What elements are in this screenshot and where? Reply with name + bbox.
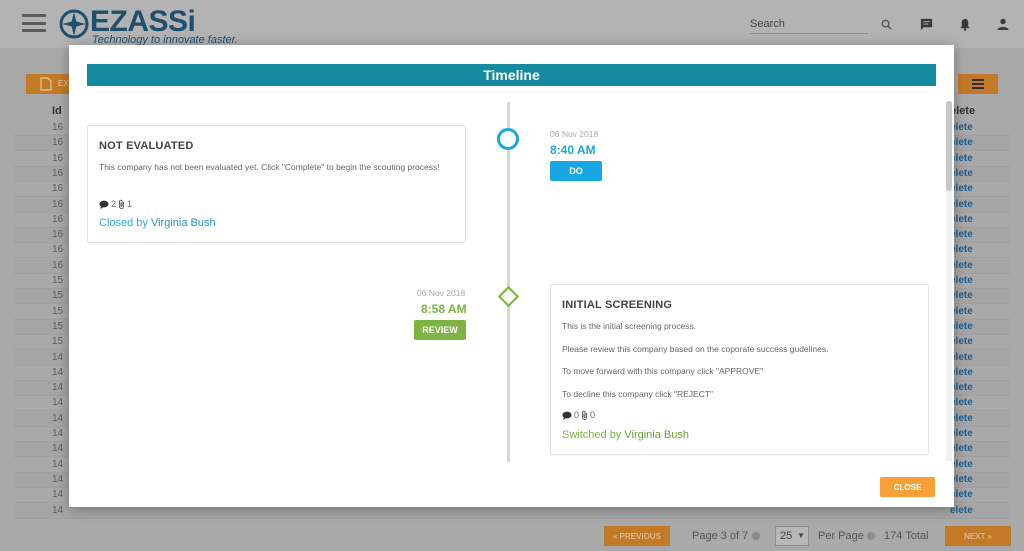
row-id: 14 [52, 504, 64, 516]
list-menu-icon [972, 79, 984, 89]
card-title: INITIAL SCREENING [562, 299, 673, 311]
modal-title: Timeline [87, 64, 936, 86]
footer-user-link[interactable]: Virginia Bush [151, 217, 216, 229]
timeline-axis [507, 102, 510, 462]
timeline-circle-marker [497, 128, 519, 150]
row-id: 15 [52, 320, 64, 332]
card-footer: Closed by Virginia Bush [99, 217, 216, 229]
card-footer: Switched by Virginia Bush [562, 429, 689, 441]
column-header-id[interactable]: Id [52, 105, 62, 117]
per-page-value: 25 [780, 530, 793, 542]
card-line: Please review this company based on the … [562, 344, 829, 354]
event-time: 8:40 AM [550, 143, 596, 157]
card-line: This is the initial screening process. [562, 321, 697, 331]
modal-scrollbar-thumb[interactable] [946, 101, 952, 191]
total-count: 174 Total [884, 530, 929, 542]
row-id: 14 [52, 458, 64, 470]
row-id: 16 [52, 229, 64, 241]
row-id: 15 [52, 275, 64, 286]
comment-icon [99, 200, 109, 209]
pager-separator-dot [867, 532, 875, 540]
row-id: 15 [52, 305, 64, 317]
previous-page-button[interactable]: « PREVIOUS [604, 526, 670, 546]
row-id: 16 [52, 244, 64, 256]
next-page-button[interactable]: NEXT » [945, 526, 1011, 546]
page-info: Page 3 of 7 [692, 530, 749, 542]
pager-separator-dot [752, 532, 760, 540]
search-input[interactable] [750, 18, 868, 30]
row-id: 14 [52, 428, 64, 439]
review-button[interactable]: REVIEW [414, 320, 466, 340]
file-export-icon [40, 77, 52, 91]
comment-icon [562, 411, 572, 420]
column-menu-button[interactable] [958, 74, 998, 94]
row-id: 16 [52, 183, 64, 195]
card-counts: 2 1 [99, 199, 132, 209]
comment-count: 0 [574, 410, 580, 420]
card-line: To decline this company click "REJECT" [562, 389, 714, 399]
notification-bell-icon[interactable] [955, 14, 975, 34]
per-page-select[interactable]: 25 ▼ [775, 526, 809, 546]
chevron-down-icon: ▼ [797, 531, 805, 540]
row-id: 16 [52, 259, 64, 271]
top-navigation-bar: EZASSi Technology to innovate faster. [0, 0, 1024, 48]
row-id: 16 [52, 137, 64, 149]
row-id: 16 [52, 152, 64, 164]
export-label: EX [58, 79, 69, 88]
per-page-label: Per Page [818, 530, 864, 542]
attachment-count: 0 [590, 410, 596, 420]
compass-logo-icon [59, 9, 89, 39]
do-button[interactable]: DO [550, 161, 602, 181]
timeline-card-not-evaluated: NOT EVALUATED This company has not been … [87, 125, 466, 243]
card-description: This company has not been evaluated yet.… [99, 162, 440, 172]
row-id: 16 [52, 167, 64, 179]
card-line: To move forward with this company click … [562, 366, 764, 376]
close-button[interactable]: CLOSE [880, 477, 935, 497]
paperclip-icon [119, 199, 124, 209]
row-id: 14 [52, 382, 64, 394]
card-title: NOT EVALUATED [99, 140, 194, 152]
row-id: 14 [52, 473, 64, 485]
footer-user-link[interactable]: Virginia Bush [624, 429, 689, 441]
row-id: 15 [52, 336, 64, 348]
row-id: 14 [52, 412, 64, 424]
row-id: 14 [52, 397, 64, 409]
app-logo[interactable]: EZASSi Technology to innovate faster. [58, 5, 238, 46]
row-id: 14 [52, 351, 64, 363]
row-id: 15 [52, 290, 64, 302]
row-id: 16 [52, 122, 64, 133]
footer-prefix: Switched by [562, 429, 622, 441]
event-date: 06 Nov 2018 [417, 288, 466, 298]
event-time: 8:58 AM [421, 302, 467, 316]
timeline-card-initial-screening: INITIAL SCREENING This is the initial sc… [550, 284, 929, 455]
row-id: 16 [52, 198, 64, 210]
event-date: 06 Nov 2018 [550, 129, 599, 139]
row-id: 16 [52, 213, 64, 225]
search-box [750, 14, 868, 34]
row-id: 14 [52, 489, 64, 501]
timeline-modal: Timeline NOT EVALUATED This company has … [69, 45, 954, 507]
card-counts: 0 0 [562, 410, 595, 420]
hamburger-menu-icon[interactable] [22, 14, 46, 32]
timeline-diamond-marker [497, 285, 520, 308]
user-profile-icon[interactable] [993, 14, 1013, 34]
comment-count: 2 [111, 199, 117, 209]
search-icon[interactable] [876, 14, 896, 34]
footer-prefix: Closed by [99, 217, 148, 229]
chat-message-icon[interactable] [916, 14, 936, 34]
attachment-count: 1 [127, 199, 133, 209]
paperclip-icon [582, 410, 587, 420]
row-id: 14 [52, 443, 64, 455]
row-id: 14 [52, 366, 64, 378]
